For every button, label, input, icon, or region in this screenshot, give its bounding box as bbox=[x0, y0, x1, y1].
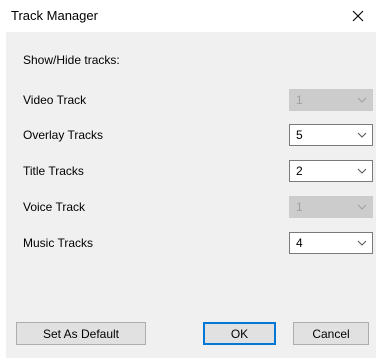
chevron-down-icon bbox=[357, 204, 367, 210]
voice-track-value: 1 bbox=[296, 200, 303, 214]
set-as-default-button[interactable]: Set As Default bbox=[16, 322, 146, 345]
title-tracks-value: 2 bbox=[296, 164, 303, 178]
window-title: Track Manager bbox=[11, 8, 98, 23]
title-bar[interactable]: Track Manager bbox=[0, 0, 381, 32]
video-track-select[interactable]: 1 bbox=[289, 89, 373, 111]
title-tracks-select[interactable]: 2 bbox=[289, 160, 373, 182]
chevron-down-icon bbox=[357, 240, 367, 246]
section-label: Show/Hide tracks: bbox=[23, 53, 120, 67]
music-tracks-label: Music Tracks bbox=[23, 236, 94, 250]
dialog-body: Show/Hide tracks: Video Track 1 Overlay … bbox=[6, 32, 376, 358]
chevron-down-icon bbox=[357, 97, 367, 103]
overlay-tracks-label: Overlay Tracks bbox=[23, 128, 104, 142]
voice-track-select[interactable]: 1 bbox=[289, 196, 373, 218]
music-tracks-select[interactable]: 4 bbox=[289, 232, 373, 254]
chevron-down-icon bbox=[357, 168, 367, 174]
cancel-button[interactable]: Cancel bbox=[293, 322, 369, 345]
overlay-tracks-select[interactable]: 5 bbox=[289, 124, 373, 146]
track-manager-dialog: Track Manager Show/Hide tracks: Video Tr… bbox=[0, 0, 381, 364]
video-track-value: 1 bbox=[296, 93, 303, 107]
chevron-down-icon bbox=[357, 132, 367, 138]
video-track-label: Video Track bbox=[23, 93, 87, 107]
music-tracks-value: 4 bbox=[296, 236, 303, 250]
overlay-tracks-value: 5 bbox=[296, 128, 303, 142]
voice-track-label: Voice Track bbox=[23, 200, 86, 214]
title-tracks-label: Title Tracks bbox=[23, 164, 84, 178]
ok-button[interactable]: OK bbox=[203, 322, 276, 345]
close-icon bbox=[352, 10, 364, 22]
close-button[interactable] bbox=[335, 0, 381, 32]
